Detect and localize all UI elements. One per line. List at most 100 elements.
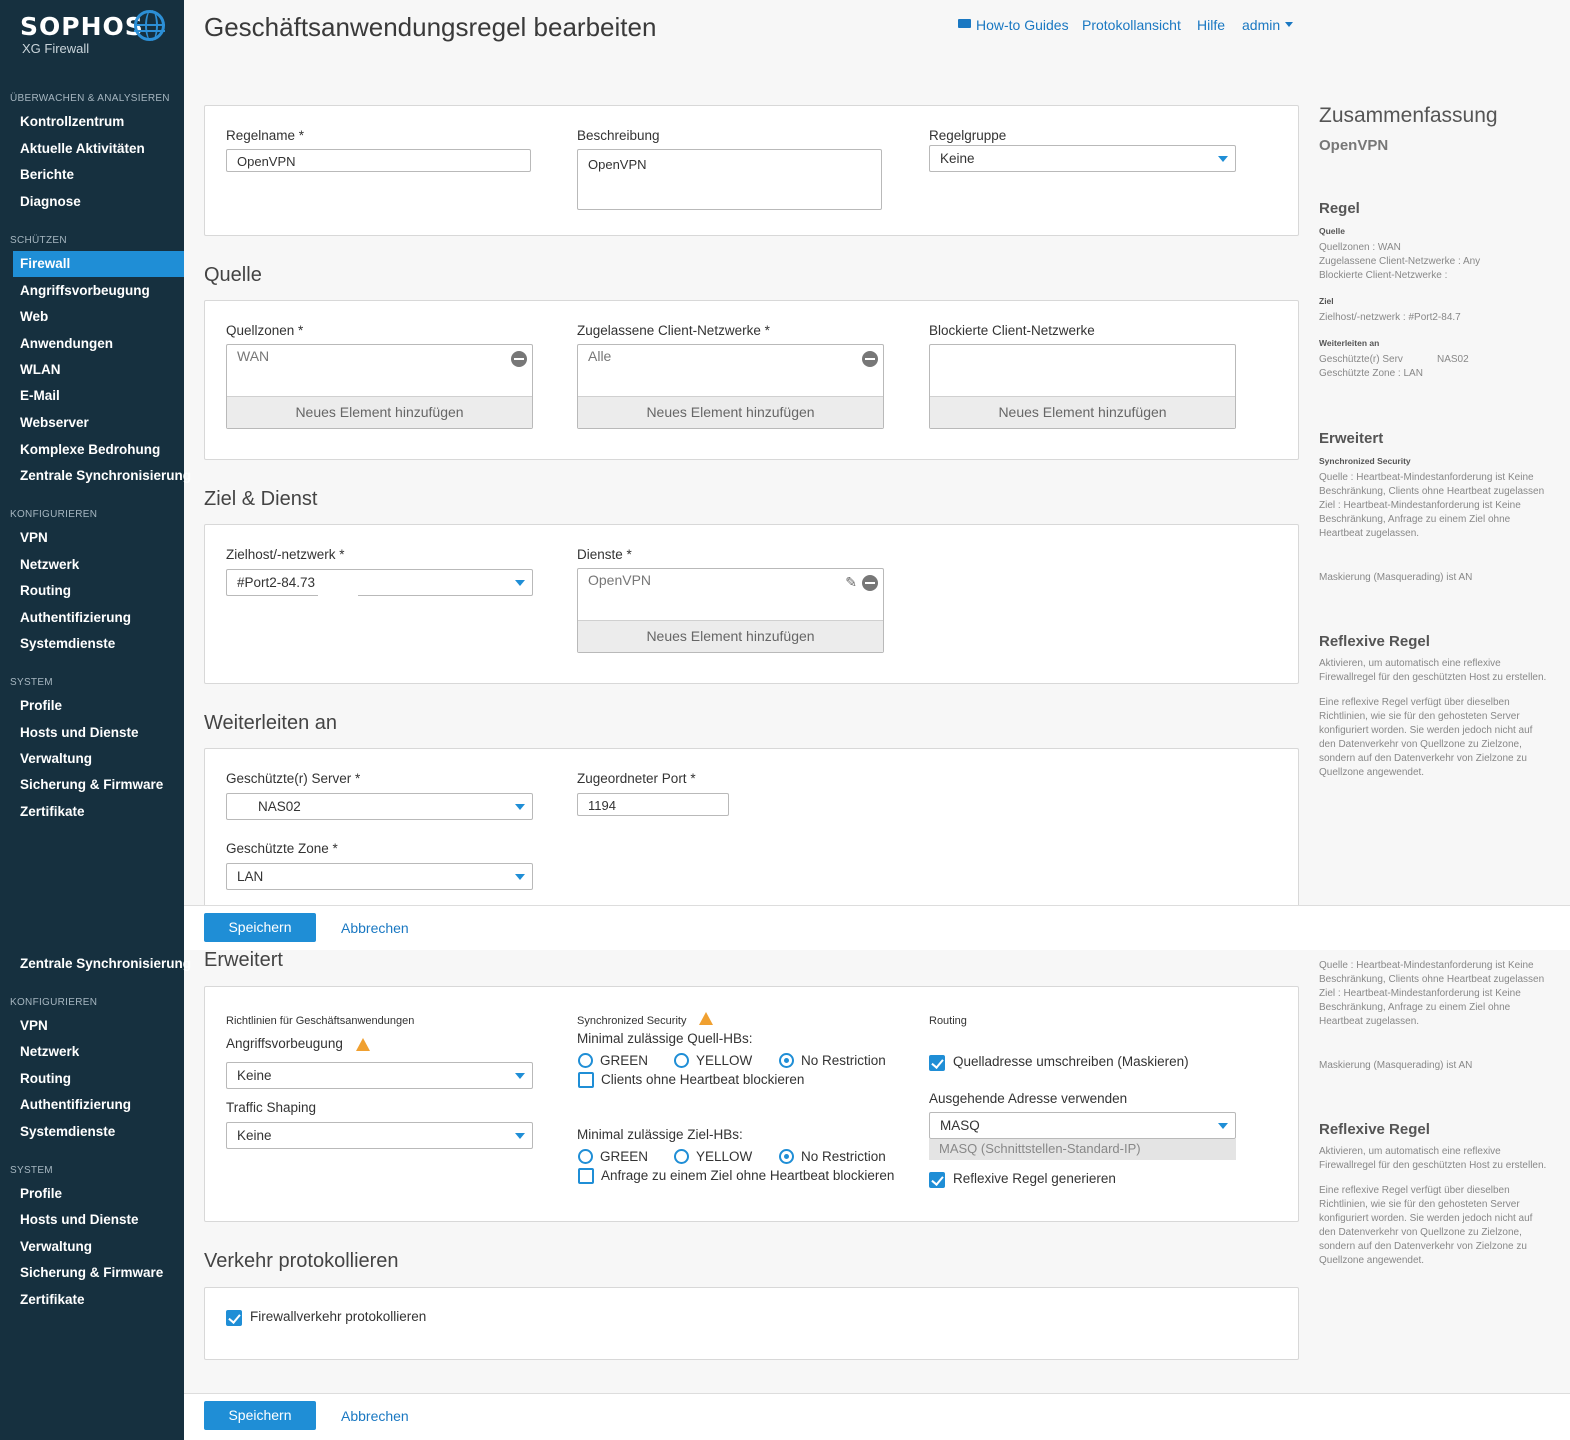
ips-label: Angriffsvorbeugung xyxy=(226,1036,343,1051)
save-button[interactable]: Speichern xyxy=(204,1401,316,1430)
routing-label: Routing xyxy=(929,1015,967,1027)
outgoing-select[interactable]: MASQ xyxy=(929,1112,1236,1139)
nav-zertifikate[interactable]: Zertifikate xyxy=(20,1292,85,1307)
nav-webserver[interactable]: Webserver xyxy=(20,415,89,430)
nav-vpn[interactable]: VPN xyxy=(20,530,48,545)
summary-masq-line: Maskierung (Masquerading) ist AN xyxy=(1319,1060,1473,1071)
remove-icon[interactable] xyxy=(862,351,878,367)
help-link[interactable]: Hilfe xyxy=(1197,17,1225,33)
ips-value: Keine xyxy=(237,1068,272,1083)
nav-hosts-dienste[interactable]: Hosts und Dienste xyxy=(20,1212,139,1227)
min-dst-label: Minimal zulässige Ziel-HBs: xyxy=(577,1127,743,1142)
nav-sicherung[interactable]: Sicherung & Firmware xyxy=(20,777,163,792)
blocked-label: Blockierte Client-Netzwerke xyxy=(929,323,1095,338)
masq-checkbox[interactable] xyxy=(929,1055,945,1071)
summary-refl-heading: Reflexive Regel xyxy=(1319,633,1430,650)
server-select[interactable]: NAS02 xyxy=(226,793,533,820)
add-allowed-button[interactable]: Neues Element hinzufügen xyxy=(578,396,883,428)
nav-zertifikate[interactable]: Zertifikate xyxy=(20,804,85,819)
src-green-radio[interactable] xyxy=(578,1053,593,1068)
host-select[interactable]: #Port2-84.73 xyxy=(226,569,533,596)
rule-name-input[interactable]: OpenVPN xyxy=(226,149,531,172)
nav-profile[interactable]: Profile xyxy=(20,698,62,713)
nav-wlan[interactable]: WLAN xyxy=(20,362,61,377)
add-blocked-button[interactable]: Neues Element hinzufügen xyxy=(930,396,1235,428)
ips-select[interactable]: Keine xyxy=(226,1062,533,1089)
nav-hosts-dienste[interactable]: Hosts und Dienste xyxy=(20,725,139,740)
summary-source-line: Zugelassene Client-Netzwerke : Any xyxy=(1319,256,1481,267)
zone-select[interactable]: LAN xyxy=(226,863,533,890)
group-select[interactable]: Keine xyxy=(929,145,1236,172)
host-value: #Port2-84.73 xyxy=(237,575,316,590)
add-service-button[interactable]: Neues Element hinzufügen xyxy=(578,620,883,652)
block-dst-checkbox[interactable] xyxy=(578,1168,594,1184)
nav-verwaltung[interactable]: Verwaltung xyxy=(20,751,92,766)
cancel-link[interactable]: Abbrechen xyxy=(341,1408,409,1424)
src-norestr-label: No Restriction xyxy=(801,1053,886,1068)
redaction-mask xyxy=(318,570,358,596)
summary-fwd-heading: Weiterleiten an xyxy=(1319,338,1380,348)
nav-systemdienste[interactable]: Systemdienste xyxy=(20,636,115,651)
port-input[interactable]: 1194 xyxy=(577,793,729,816)
product-name: XG Firewall xyxy=(22,41,90,56)
nav-systemdienste[interactable]: Systemdienste xyxy=(20,1124,115,1139)
nav-verwaltung[interactable]: Verwaltung xyxy=(20,1239,92,1254)
nav-authentifizierung[interactable]: Authentifizierung xyxy=(20,1097,131,1112)
summary-source-heading: Quelle xyxy=(1319,226,1345,236)
nav-vpn[interactable]: VPN xyxy=(20,1018,48,1033)
caret-down-icon xyxy=(515,804,525,810)
allowed-box: Alle Neues Element hinzufügen xyxy=(577,344,884,429)
add-zone-button[interactable]: Neues Element hinzufügen xyxy=(227,396,532,428)
nav-profile[interactable]: Profile xyxy=(20,1186,62,1201)
nav-routing[interactable]: Routing xyxy=(20,1071,71,1086)
log-view-link[interactable]: Protokollansicht xyxy=(1082,17,1181,33)
summary-sync-line: Quelle : Heartbeat-Mindestanforderung is… xyxy=(1319,960,1534,971)
shaping-select[interactable]: Keine xyxy=(226,1122,533,1149)
src-yellow-label: YELLOW xyxy=(696,1053,753,1068)
allowed-tag: Alle xyxy=(588,348,612,364)
nav-netzwerk[interactable]: Netzwerk xyxy=(20,557,79,572)
reflexive-checkbox[interactable] xyxy=(929,1172,945,1188)
nav-berichte[interactable]: Berichte xyxy=(20,167,74,182)
src-yellow-radio[interactable] xyxy=(674,1053,689,1068)
nav-aktivitaeten[interactable]: Aktuelle Aktivitäten xyxy=(20,141,145,156)
warning-icon xyxy=(699,1012,713,1025)
chevron-down-icon[interactable] xyxy=(1285,22,1293,27)
dst-yellow-radio[interactable] xyxy=(674,1149,689,1164)
howto-link[interactable]: How-to Guides xyxy=(976,17,1069,33)
nav-zentrale-sync[interactable]: Zentrale Synchronisierung xyxy=(20,468,191,483)
block-src-checkbox[interactable] xyxy=(578,1072,594,1088)
nav-authentifizierung[interactable]: Authentifizierung xyxy=(20,610,131,625)
dst-norestr-radio[interactable] xyxy=(779,1149,794,1164)
caret-down-icon xyxy=(1218,1123,1228,1129)
pencil-icon[interactable]: ✎ xyxy=(845,574,857,591)
nav-anwendungen[interactable]: Anwendungen xyxy=(20,336,113,351)
nav-kontrollzentrum[interactable]: Kontrollzentrum xyxy=(20,114,124,129)
nav-angriffsvorbeugung[interactable]: Angriffsvorbeugung xyxy=(20,283,150,298)
nav-sicherung[interactable]: Sicherung & Firmware xyxy=(20,1265,163,1280)
nav-zentrale-sync[interactable]: Zentrale Synchronisierung xyxy=(20,956,191,971)
remove-icon[interactable] xyxy=(862,575,878,591)
nav-firewall[interactable]: Firewall xyxy=(20,256,70,271)
masq-label: Quelladresse umschreiben (Maskieren) xyxy=(953,1054,1189,1069)
nav-netzwerk[interactable]: Netzwerk xyxy=(20,1044,79,1059)
nav-routing[interactable]: Routing xyxy=(20,583,71,598)
outgoing-value: MASQ xyxy=(940,1118,980,1133)
block-src-label: Clients ohne Heartbeat blockieren xyxy=(601,1072,805,1087)
summary-refl-heading: Reflexive Regel xyxy=(1319,1121,1430,1138)
nav-komplexe-bedrohung[interactable]: Komplexe Bedrohung xyxy=(20,442,160,457)
summary-refl-line: Eine reflexive Regel verfügt über diesel… xyxy=(1319,1185,1510,1196)
src-green-label: GREEN xyxy=(600,1053,649,1068)
dst-green-radio[interactable] xyxy=(578,1149,593,1164)
nav-web[interactable]: Web xyxy=(20,309,48,324)
user-menu[interactable]: admin xyxy=(1242,17,1280,33)
fw-log-checkbox[interactable] xyxy=(226,1310,242,1326)
cancel-link[interactable]: Abbrechen xyxy=(341,920,409,936)
save-button[interactable]: Speichern xyxy=(204,913,316,942)
caret-down-icon xyxy=(515,580,525,586)
nav-email[interactable]: E-Mail xyxy=(20,388,60,403)
remove-icon[interactable] xyxy=(511,351,527,367)
nav-diagnose[interactable]: Diagnose xyxy=(20,194,81,209)
src-norestr-radio[interactable] xyxy=(779,1053,794,1068)
description-textarea[interactable]: OpenVPN xyxy=(577,149,882,210)
